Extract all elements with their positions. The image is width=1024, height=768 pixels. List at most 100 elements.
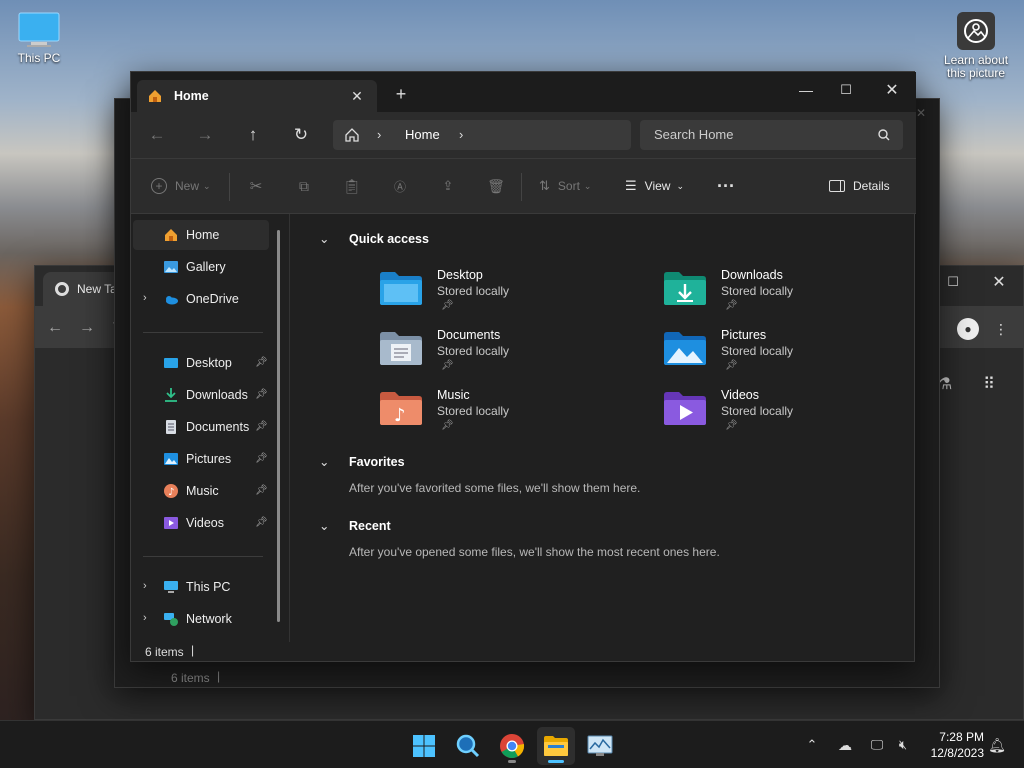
delete-icon[interactable]: 🗑︎ <box>485 175 507 197</box>
sort-label: Sort <box>557 179 580 193</box>
sidebar-item-gallery[interactable]: Gallery <box>133 252 269 282</box>
breadcrumb-home[interactable]: Home <box>405 127 440 142</box>
quick-access-videos[interactable]: Videos Stored locally 📌︎ <box>663 388 923 444</box>
cut-icon[interactable]: ✂ <box>245 175 267 197</box>
chevron-right-icon[interactable]: › <box>143 612 147 624</box>
svg-text:♪: ♪ <box>394 405 406 426</box>
sidebar-item-music[interactable]: ♪ Music 📌︎ <box>133 476 269 506</box>
sort-button[interactable]: ⇅ Sort ⌄ <box>539 159 591 213</box>
chrome-taskbar-button[interactable] <box>493 727 531 765</box>
monitor-icon <box>18 12 60 47</box>
pin-icon[interactable]: 📌︎ <box>255 421 268 432</box>
show-hidden-icons-icon[interactable]: ⌃ <box>802 735 822 755</box>
new-button[interactable]: + New ⌄ <box>151 159 211 213</box>
chrome-menu-icon[interactable]: ⋮ <box>993 318 1009 340</box>
chrome-close-icon[interactable]: ✕ <box>987 270 1011 294</box>
start-button[interactable] <box>405 727 443 765</box>
sidebar-item-desktop[interactable]: Desktop 📌︎ <box>133 348 269 378</box>
status-item-count: 6 items <box>145 645 184 659</box>
pictures-icon <box>164 453 178 465</box>
learn-label: Learn about this picture <box>943 53 1009 80</box>
sidebar-item-home[interactable]: Home <box>133 220 269 250</box>
file-explorer-taskbar-button[interactable] <box>537 727 575 765</box>
sidebar-item-network[interactable]: › Network <box>133 604 269 634</box>
tab-close-icon[interactable]: ✕ <box>347 86 367 106</box>
chrome-icon <box>55 282 69 296</box>
navigation-pane: Home Gallery › OneDrive Desktop 📌︎ Downl… <box>131 214 289 642</box>
up-arrow-icon[interactable]: ↑ <box>241 124 265 146</box>
details-button[interactable]: Details <box>829 159 890 213</box>
chrome-maximize-icon[interactable]: ☐ <box>941 270 965 294</box>
details-pane-icon <box>829 180 845 192</box>
sidebar-item-videos[interactable]: Videos 📌︎ <box>133 508 269 538</box>
breadcrumb-chevron-icon: › <box>377 127 382 142</box>
pin-icon[interactable]: 📌︎ <box>255 485 268 496</box>
learn-about-picture[interactable]: Learn about this picture <box>940 12 1012 80</box>
svg-text:♪: ♪ <box>168 487 174 498</box>
tab-home[interactable]: Home ✕ <box>137 80 377 112</box>
back-arrow-icon[interactable]: ← <box>145 124 169 146</box>
pin-icon[interactable]: 📌︎ <box>255 517 268 528</box>
pin-icon: 📌︎ <box>441 300 454 311</box>
gallery-icon <box>164 261 178 273</box>
quick-access-downloads[interactable]: Downloads Stored locally 📌︎ <box>663 268 923 324</box>
maximize-icon[interactable]: ☐ <box>831 76 861 104</box>
breadcrumb-chevron-icon[interactable]: › <box>459 127 463 142</box>
minimize-icon[interactable]: — <box>791 76 821 104</box>
sidebar-item-pictures[interactable]: Pictures 📌︎ <box>133 444 269 474</box>
chrome-back-icon[interactable]: ← <box>45 318 65 338</box>
onedrive-offline-icon[interactable]: ☁ <box>834 735 856 755</box>
sidebar-scrollbar[interactable] <box>277 230 280 622</box>
chrome-forward-icon[interactable]: → <box>77 318 97 338</box>
pin-icon: 📌︎ <box>725 300 738 311</box>
cloud-icon <box>166 296 178 305</box>
refresh-icon[interactable]: ↻ <box>289 124 313 146</box>
chevron-down-icon: ⌄ <box>319 519 330 533</box>
search-box[interactable]: Search Home <box>640 120 903 150</box>
rename-icon[interactable]: Ⓐ <box>389 175 411 197</box>
quick-access-header[interactable]: ⌄ Quick access <box>319 232 429 246</box>
clock-time: 7:28 PM <box>939 730 984 744</box>
sidebar-item-documents[interactable]: Documents 📌︎ <box>133 412 269 442</box>
forward-arrow-icon[interactable]: → <box>193 124 217 146</box>
new-tab-icon[interactable]: + <box>391 84 411 104</box>
desktop-icon-this-pc[interactable]: This PC <box>4 12 74 65</box>
monitor-icon <box>164 581 178 593</box>
chrome-profile-icon[interactable]: ● <box>957 318 979 340</box>
search-button[interactable] <box>449 727 487 765</box>
sidebar-item-downloads[interactable]: Downloads 📌︎ <box>133 380 269 410</box>
chevron-down-icon: ⌄ <box>583 180 592 191</box>
view-button[interactable]: ☰ View ⌄ <box>625 159 684 213</box>
chevron-right-icon[interactable]: › <box>143 292 147 304</box>
resource-monitor-taskbar-button[interactable] <box>581 727 619 765</box>
videos-folder-icon <box>664 392 706 425</box>
share-icon[interactable]: ⇪ <box>437 175 459 197</box>
quick-access-pictures[interactable]: Pictures Stored locally 📌︎ <box>663 328 923 384</box>
copy-icon[interactable]: ⧉ <box>293 175 315 197</box>
quick-access-documents[interactable]: Documents Stored locally 📌︎ <box>379 328 639 384</box>
pin-icon: 📌︎ <box>725 360 738 371</box>
clock[interactable]: 7:28 PM 12/8/2023 <box>918 729 984 761</box>
chevron-right-icon[interactable]: › <box>143 580 147 592</box>
notification-bell-icon[interactable]: 🔔︎ <box>986 735 1008 755</box>
home-outline-icon <box>345 128 359 142</box>
favorites-header[interactable]: ⌄ Favorites <box>319 455 405 469</box>
volume-muted-icon[interactable]: 🔇︎ <box>892 735 914 755</box>
running-indicator <box>508 760 516 763</box>
pin-icon[interactable]: 📌︎ <box>255 389 268 400</box>
more-options-icon[interactable]: ··· <box>713 175 739 197</box>
explorer-window[interactable]: Home ✕ + — ☐ ✕ ← → ↑ ↻ › Home › Search H… <box>130 71 916 662</box>
sidebar-item-onedrive[interactable]: › OneDrive <box>133 284 269 314</box>
pin-icon[interactable]: 📌︎ <box>255 357 268 368</box>
pin-icon[interactable]: 📌︎ <box>255 453 268 464</box>
desktop-icon-label: This PC <box>17 51 61 65</box>
close-window-icon[interactable]: ✕ <box>877 76 907 104</box>
quick-access-desktop[interactable]: Desktop Stored locally 📌︎ <box>379 268 639 324</box>
apps-grid-icon[interactable]: ⠿ <box>977 372 1001 396</box>
network-status-icon[interactable]: 🖵︎ <box>866 735 888 755</box>
recent-header[interactable]: ⌄ Recent <box>319 519 391 533</box>
quick-access-music[interactable]: ♪ Music Stored locally 📌︎ <box>379 388 639 444</box>
address-bar[interactable]: › Home › <box>333 120 631 150</box>
sidebar-item-this-pc[interactable]: › This PC <box>133 572 269 602</box>
paste-icon[interactable]: 📋︎ <box>341 175 363 197</box>
